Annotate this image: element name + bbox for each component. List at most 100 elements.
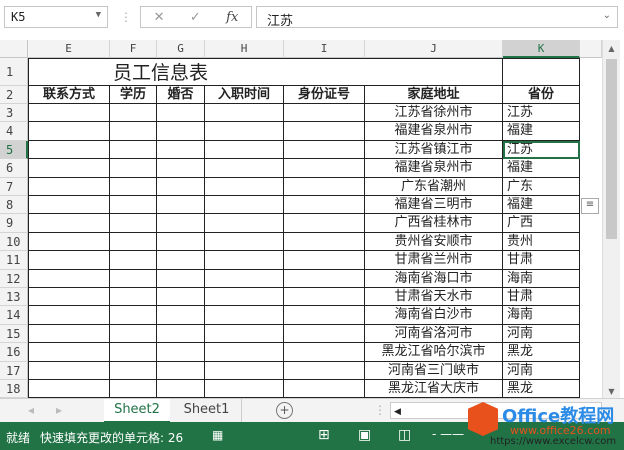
chevron-down-icon[interactable]: ▼ xyxy=(96,10,101,20)
empty-cell[interactable] xyxy=(284,214,365,233)
empty-cell[interactable] xyxy=(284,288,365,307)
province-cell[interactable]: 贵州 xyxy=(503,232,580,252)
empty-cell[interactable] xyxy=(284,343,365,362)
empty-cell[interactable] xyxy=(110,232,157,252)
page-break-icon[interactable]: ◫ xyxy=(398,427,411,443)
province-cell[interactable]: 海南 xyxy=(503,306,580,325)
select-all-corner[interactable] xyxy=(0,40,28,58)
empty-cell[interactable] xyxy=(157,232,205,252)
address-cell[interactable]: 江苏省镇江市 xyxy=(365,140,503,160)
empty-cell[interactable] xyxy=(205,104,284,123)
macro-record-icon[interactable]: ▦ xyxy=(212,428,223,442)
column-header-k[interactable]: K xyxy=(503,40,580,58)
empty-cell[interactable] xyxy=(110,269,157,288)
row-header-17[interactable]: 17 xyxy=(0,361,28,380)
row-header-9[interactable]: 9 xyxy=(0,214,28,233)
empty-cell[interactable] xyxy=(157,343,205,362)
empty-cell[interactable] xyxy=(157,251,205,270)
row-header-11[interactable]: 11 xyxy=(0,251,28,270)
header-cell[interactable]: 婚否 xyxy=(157,86,205,104)
empty-cell[interactable] xyxy=(28,251,110,270)
empty-cell[interactable] xyxy=(110,104,157,123)
empty-cell[interactable] xyxy=(205,232,284,252)
prev-sheet-icon[interactable]: ◂ xyxy=(28,403,34,417)
empty-cell[interactable] xyxy=(28,269,110,288)
empty-cell[interactable] xyxy=(205,177,284,196)
page-layout-icon[interactable]: ▣ xyxy=(358,427,371,443)
empty-cell[interactable] xyxy=(110,196,157,215)
header-cell[interactable]: 身份证号 xyxy=(284,86,365,104)
empty-cell[interactable] xyxy=(205,361,284,380)
scroll-up-icon[interactable]: ▲ xyxy=(603,44,620,53)
expand-icon[interactable]: ⌄ xyxy=(603,10,611,21)
empty-cell[interactable] xyxy=(28,196,110,215)
row-header-3[interactable]: 3 xyxy=(0,104,28,123)
empty-cell[interactable] xyxy=(157,269,205,288)
empty-cell[interactable] xyxy=(28,214,110,233)
empty-cell[interactable] xyxy=(110,159,157,178)
scroll-down-icon[interactable]: ▼ xyxy=(603,387,620,396)
empty-cell[interactable] xyxy=(284,269,365,288)
row-header-1[interactable]: 1 xyxy=(0,58,28,86)
address-cell[interactable]: 贵州省安顺市 xyxy=(365,232,503,252)
tab-sheet2[interactable]: Sheet2 xyxy=(104,399,170,423)
empty-cell[interactable] xyxy=(157,380,205,399)
zoom-slider[interactable]: - —— xyxy=(432,427,464,441)
sheet-title[interactable]: 员工信息表 xyxy=(28,58,503,86)
empty-cell[interactable] xyxy=(157,361,205,380)
empty-cell[interactable] xyxy=(284,361,365,380)
row-header-18[interactable]: 18 xyxy=(0,380,28,399)
province-cell[interactable]: 甘肃 xyxy=(503,288,580,307)
empty-cell[interactable] xyxy=(110,140,157,160)
row-header-16[interactable]: 16 xyxy=(0,343,28,362)
header-cell[interactable]: 省份 xyxy=(503,86,580,104)
province-cell[interactable]: 江苏 xyxy=(503,104,580,123)
empty-cell[interactable] xyxy=(284,251,365,270)
empty-cell[interactable] xyxy=(110,177,157,196)
province-cell[interactable]: 黑龙 xyxy=(503,380,580,399)
empty-cell[interactable] xyxy=(157,177,205,196)
empty-cell[interactable] xyxy=(205,269,284,288)
empty-cell[interactable] xyxy=(284,122,365,141)
flash-fill-options-icon[interactable]: ≡ xyxy=(581,198,599,214)
address-cell[interactable]: 福建省泉州市 xyxy=(365,122,503,141)
empty-cell[interactable] xyxy=(110,324,157,344)
name-box[interactable]: K5 ▼ xyxy=(4,6,108,28)
empty-cell[interactable] xyxy=(28,343,110,362)
empty-cell[interactable] xyxy=(205,159,284,178)
empty-cell[interactable] xyxy=(28,140,110,160)
empty-cell[interactable] xyxy=(205,251,284,270)
empty-cell[interactable] xyxy=(28,380,110,399)
empty-cell[interactable] xyxy=(28,361,110,380)
empty-cell[interactable] xyxy=(284,324,365,344)
column-header-i[interactable]: I xyxy=(284,40,365,58)
row-header-12[interactable]: 12 xyxy=(0,269,28,288)
header-cell[interactable]: 学历 xyxy=(110,86,157,104)
empty-cell[interactable] xyxy=(157,324,205,344)
row-header-14[interactable]: 14 xyxy=(0,306,28,325)
empty-cell[interactable] xyxy=(157,306,205,325)
empty-cell[interactable] xyxy=(110,343,157,362)
empty-cell[interactable] xyxy=(205,343,284,362)
province-cell[interactable]: 河南 xyxy=(503,361,580,380)
header-cell[interactable]: 联系方式 xyxy=(28,86,110,104)
empty-cell[interactable] xyxy=(28,232,110,252)
empty-cell[interactable] xyxy=(284,159,365,178)
address-cell[interactable]: 广西省桂林市 xyxy=(365,214,503,233)
enter-icon[interactable]: ✓ xyxy=(190,10,201,25)
address-cell[interactable]: 黑龙江省大庆市 xyxy=(365,380,503,399)
address-cell[interactable]: 黑龙江省哈尔滨市 xyxy=(365,343,503,362)
province-cell[interactable]: 广东 xyxy=(503,177,580,196)
cancel-icon[interactable]: ✕ xyxy=(154,10,165,25)
header-cell[interactable]: 入职时间 xyxy=(205,86,284,104)
row-header-10[interactable]: 10 xyxy=(0,232,28,252)
row-header-7[interactable]: 7 xyxy=(0,177,28,196)
address-cell[interactable]: 甘肃省兰州市 xyxy=(365,251,503,270)
column-header-l[interactable] xyxy=(580,40,602,58)
empty-cell[interactable] xyxy=(205,122,284,141)
scroll-thumb[interactable] xyxy=(606,59,617,239)
empty-cell[interactable] xyxy=(157,140,205,160)
empty-cell[interactable] xyxy=(28,306,110,325)
address-cell[interactable]: 福建省泉州市 xyxy=(365,159,503,178)
empty-cell[interactable] xyxy=(284,177,365,196)
